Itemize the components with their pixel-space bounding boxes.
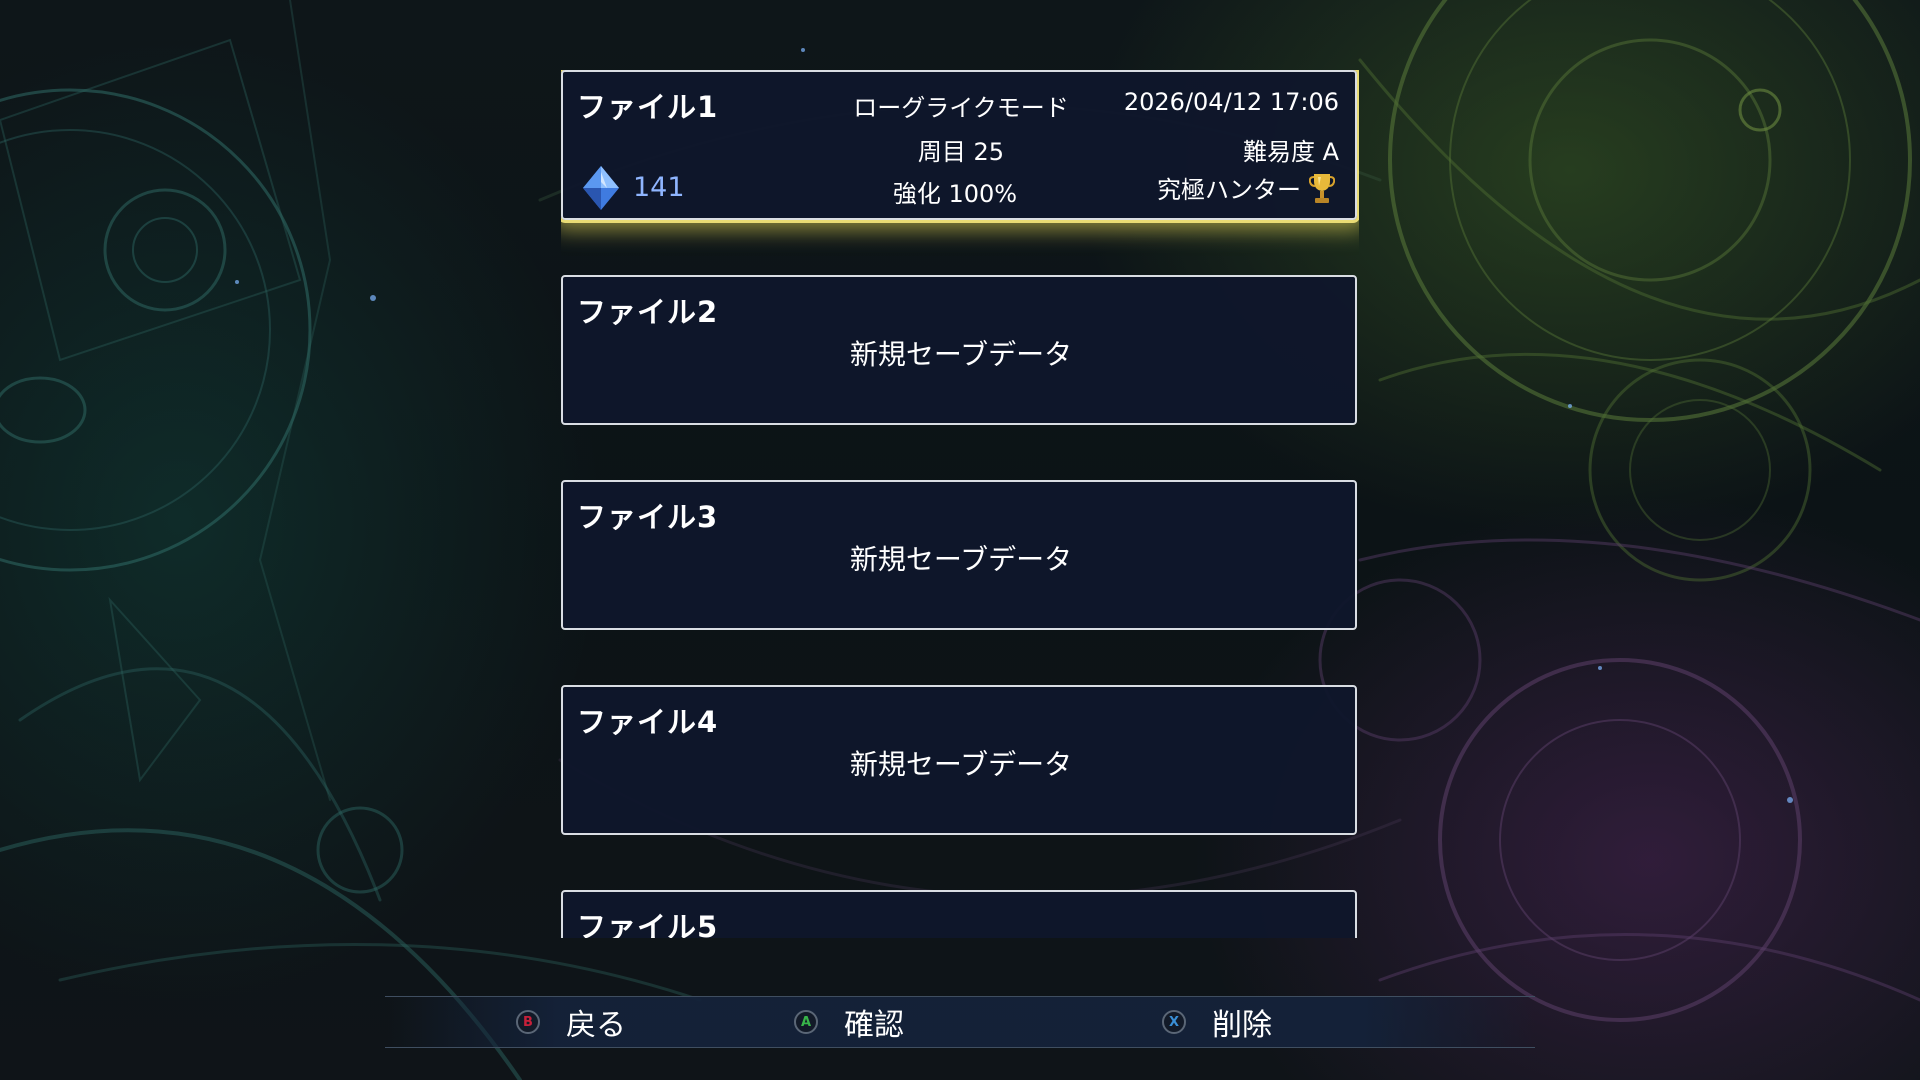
slot-name: ファイル4 bbox=[577, 705, 719, 739]
x-button-glyph: X bbox=[1168, 1014, 1180, 1030]
slot-empty-label: 新規セーブデータ bbox=[849, 338, 1073, 371]
confirm-control[interactable]: A 確認 bbox=[794, 997, 904, 1047]
save-select-screen: ファイル1 ローグライクモード 2026/04/12 17:06 周目 25 難… bbox=[0, 0, 1920, 1080]
save-slot-1[interactable]: ファイル1 ローグライクモード 2026/04/12 17:06 周目 25 難… bbox=[561, 70, 1357, 220]
slot-title-group: 究極ハンター bbox=[1157, 170, 1335, 205]
delete-control[interactable]: X 削除 bbox=[1162, 997, 1272, 1047]
save-slot-2[interactable]: ファイル2 新規セーブデータ bbox=[561, 275, 1357, 425]
b-button-glyph: B bbox=[523, 1014, 533, 1030]
delete-label: 削除 bbox=[1212, 1008, 1272, 1043]
save-slot-5[interactable]: ファイル5 bbox=[561, 890, 1357, 938]
b-button-icon: B bbox=[516, 1010, 540, 1034]
confirm-label: 確認 bbox=[844, 1008, 904, 1043]
button-guide-bar: B 戻る A 確認 X 削除 bbox=[385, 996, 1535, 1048]
slot-difficulty: 難易度 A bbox=[1242, 138, 1339, 166]
x-button-icon: X bbox=[1162, 1010, 1186, 1034]
save-slot-3[interactable]: ファイル3 新規セーブデータ bbox=[561, 480, 1357, 630]
back-label: 戻る bbox=[566, 1008, 626, 1043]
slot-empty-label: 新規セーブデータ bbox=[849, 748, 1073, 781]
slot-cycle: 周目 25 bbox=[917, 138, 1005, 166]
slot-name: ファイル5 bbox=[577, 910, 719, 938]
save-slot-4[interactable]: ファイル4 新規セーブデータ bbox=[561, 685, 1357, 835]
slot-datetime: 2026/04/12 17:06 bbox=[1123, 88, 1339, 116]
slot-name: ファイル3 bbox=[577, 500, 719, 534]
slot-name: ファイル2 bbox=[577, 295, 719, 329]
gold-trophy-icon bbox=[1309, 173, 1335, 203]
save-slot-list: ファイル1 ローグライクモード 2026/04/12 17:06 周目 25 難… bbox=[561, 70, 1359, 938]
a-button-glyph: A bbox=[800, 1014, 812, 1030]
a-button-icon: A bbox=[794, 1010, 818, 1034]
back-control[interactable]: B 戻る bbox=[516, 997, 626, 1047]
slot-empty-label: 新規セーブデータ bbox=[849, 543, 1073, 576]
slot-player-title: 究極ハンター bbox=[1157, 176, 1301, 204]
